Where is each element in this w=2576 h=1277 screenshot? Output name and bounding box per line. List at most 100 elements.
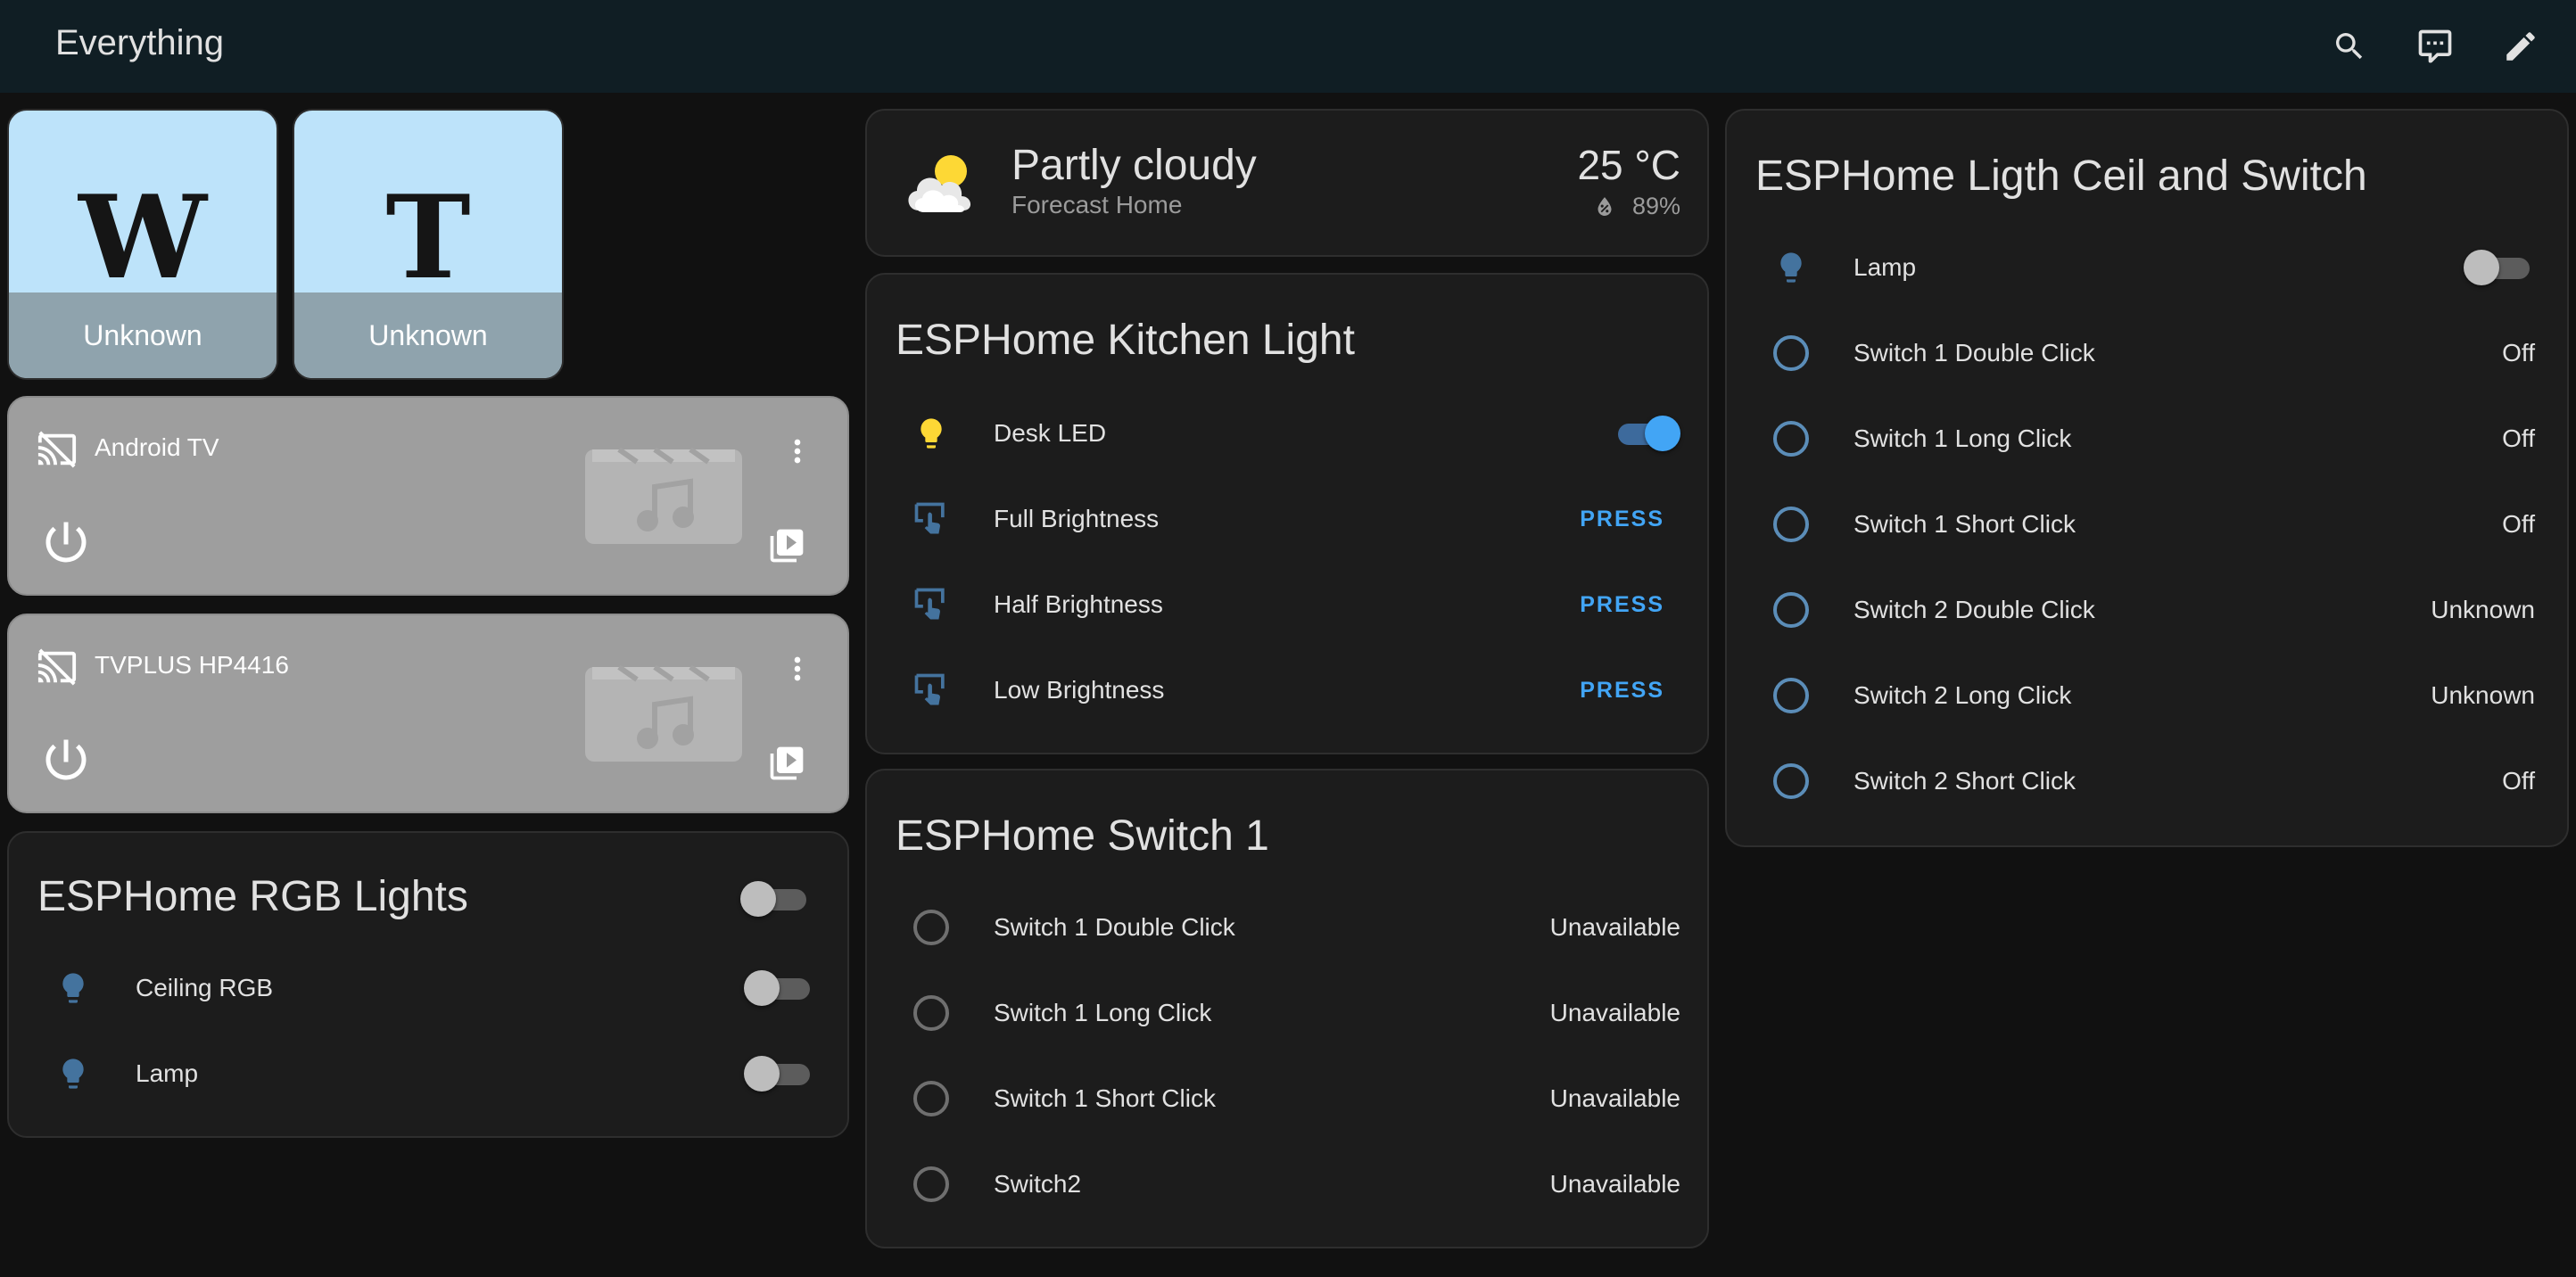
picture-caption: Unknown — [294, 292, 562, 378]
weather-temperature: 25 °C — [1577, 142, 1680, 188]
weather-location: Forecast Home — [1011, 191, 1183, 218]
radiobox-blank-icon — [1755, 738, 1827, 824]
power-icon[interactable] — [37, 731, 95, 788]
switch1-card: ESPHome Switch 1 Switch 1 Double Click U… — [865, 769, 1709, 1248]
lightbulb-icon — [896, 391, 967, 476]
humidity-value: 89% — [1631, 193, 1680, 219]
browse-media-icon[interactable] — [764, 523, 810, 569]
picture-letter: W — [78, 171, 207, 305]
lamp-toggle[interactable] — [744, 1052, 815, 1095]
assist-comment-icon[interactable] — [2412, 23, 2458, 70]
entity-row[interactable]: Switch 1 Double Click Unavailable — [896, 885, 1680, 970]
radiobox-blank-icon — [896, 1141, 967, 1227]
press-button[interactable]: PRESS — [1580, 507, 1664, 532]
entity-row[interactable]: Switch 1 Long Click Off — [1755, 396, 2535, 482]
radiobox-blank-icon — [896, 885, 967, 970]
media-player-name: Android TV — [95, 433, 219, 461]
radiobox-blank-icon — [896, 1056, 967, 1141]
press-button[interactable]: PRESS — [1580, 678, 1664, 704]
entity-label: Switch 1 Long Click — [994, 999, 1212, 1026]
card-title: ESPHome Switch 1 — [896, 812, 1269, 860]
entity-row[interactable]: Switch 2 Long Click Unknown — [1755, 653, 2535, 738]
entity-label: Switch 1 Double Click — [994, 913, 1235, 941]
entity-state: Unknown — [2431, 681, 2535, 709]
entity-state: Off — [2502, 767, 2535, 795]
weather-condition: Partly cloudy — [1011, 142, 1257, 189]
picture-card-t[interactable]: T Unknown — [293, 109, 564, 380]
partly-cloudy-icon — [899, 141, 981, 223]
entity-row[interactable]: Switch 1 Short Click Unavailable — [896, 1056, 1680, 1141]
gesture-tap-button-icon — [896, 562, 967, 647]
lamp-toggle[interactable] — [2464, 246, 2535, 289]
humidity-readout: 89% — [1591, 193, 1680, 220]
entity-state: Unavailable — [1549, 1084, 1680, 1112]
search-icon[interactable] — [2326, 23, 2373, 70]
power-icon[interactable] — [37, 514, 95, 571]
entity-row[interactable]: Switch 2 Short Click Off — [1755, 738, 2535, 824]
entity-row[interactable]: Switch 1 Short Click Off — [1755, 482, 2535, 567]
press-button[interactable]: PRESS — [1580, 592, 1664, 618]
entity-row[interactable]: Switch 1 Double Click Off — [1755, 310, 2535, 396]
entity-row[interactable]: Switch 1 Long Click Unavailable — [896, 970, 1680, 1056]
kitchen-light-card: ESPHome Kitchen Light Desk LED Full Brig… — [865, 273, 1709, 754]
lightbulb-icon — [37, 945, 109, 1031]
gesture-tap-button-icon — [896, 647, 967, 733]
gesture-tap-button-icon — [896, 476, 967, 562]
rgb-lights-card: ESPHome RGB Lights Ceiling RGB Lamp — [7, 831, 849, 1138]
entity-label: Switch 2 Short Click — [1854, 767, 2076, 795]
edit-pencil-icon[interactable] — [2498, 23, 2544, 70]
cast-icon — [36, 646, 78, 688]
card-title: ESPHome RGB Lights — [37, 873, 468, 920]
water-percent-icon — [1598, 196, 1612, 216]
entity-row-lamp[interactable]: Lamp — [1755, 225, 2535, 310]
desk-led-toggle[interactable] — [1609, 412, 1680, 455]
lightbulb-icon — [37, 1031, 109, 1116]
media-player-android-tv[interactable]: Android TV — [7, 396, 849, 596]
entity-label: Half Brightness — [994, 590, 1163, 618]
entity-label: Lamp — [1854, 253, 1917, 281]
entity-label: Switch 2 Double Click — [1854, 596, 2095, 623]
entity-row-lamp[interactable]: Lamp — [37, 1031, 815, 1116]
media-player-name: TVPLUS HP4416 — [95, 651, 289, 679]
entity-label: Switch2 — [994, 1170, 1082, 1198]
radiobox-blank-icon — [1755, 396, 1827, 482]
entity-label: Switch 2 Long Click — [1854, 681, 2072, 709]
radiobox-blank-icon — [896, 970, 967, 1056]
weather-card[interactable]: Partly cloudy Forecast Home 25 °C 89% — [865, 109, 1709, 257]
entity-row-ceiling-rgb[interactable]: Ceiling RGB — [37, 945, 815, 1031]
entity-label: Switch 1 Double Click — [1854, 339, 2095, 367]
entity-state: Unavailable — [1549, 999, 1680, 1026]
browse-media-icon[interactable] — [764, 740, 810, 787]
entity-row[interactable]: Switch2 Unavailable — [896, 1141, 1680, 1227]
picture-letter: T — [385, 171, 471, 305]
entity-state: Off — [2502, 424, 2535, 452]
entity-label: Switch 1 Short Click — [994, 1084, 1216, 1112]
radiobox-blank-icon — [1755, 567, 1827, 653]
entity-row-desk-led[interactable]: Desk LED — [896, 391, 1680, 476]
card-title: ESPHome Ligth Ceil and Switch — [1755, 152, 2367, 200]
media-player-tvplus[interactable]: TVPLUS HP4416 — [7, 614, 849, 813]
entity-state: Unknown — [2431, 596, 2535, 623]
entity-state: Off — [2502, 339, 2535, 367]
entity-label: Low Brightness — [994, 676, 1165, 704]
card-title: ESPHome Kitchen Light — [896, 317, 1355, 364]
entity-row-half-brightness[interactable]: Half Brightness PRESS — [896, 562, 1680, 647]
radiobox-blank-icon — [1755, 482, 1827, 567]
entity-state: Unavailable — [1549, 913, 1680, 941]
entity-row-low-brightness[interactable]: Low Brightness PRESS — [896, 647, 1680, 733]
entity-row-full-brightness[interactable]: Full Brightness PRESS — [896, 476, 1680, 562]
media-artwork-placeholder-icon — [583, 448, 744, 546]
radiobox-blank-icon — [1755, 653, 1827, 738]
more-vert-icon[interactable] — [776, 426, 819, 476]
picture-card-w[interactable]: W Unknown — [7, 109, 278, 380]
ceiling-rgb-toggle[interactable] — [744, 967, 815, 1009]
app-toolbar: Everything — [0, 0, 2576, 93]
entity-label: Desk LED — [994, 419, 1107, 447]
entity-row[interactable]: Switch 2 Double Click Unknown — [1755, 567, 2535, 653]
more-vert-icon[interactable] — [776, 644, 819, 694]
picture-caption: Unknown — [9, 292, 277, 378]
rgb-lights-master-toggle[interactable] — [740, 877, 812, 920]
entity-label: Lamp — [136, 1059, 199, 1087]
lightbulb-icon — [1755, 225, 1827, 310]
entity-label: Ceiling RGB — [136, 974, 274, 1001]
